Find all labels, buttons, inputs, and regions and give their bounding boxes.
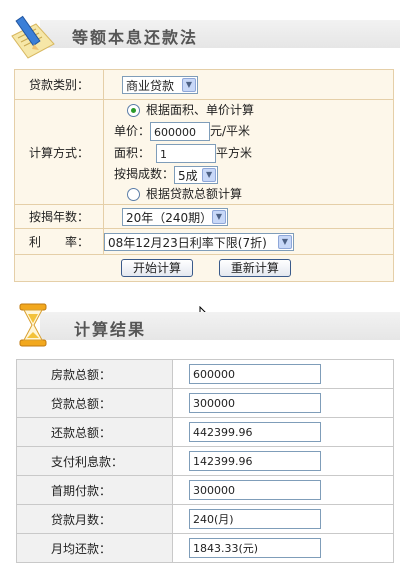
rate-value: 08年12月23日利率下限(7折)	[108, 235, 267, 250]
price-input[interactable]: 600000	[150, 122, 211, 141]
table-row: 支付利息款： 142399.96	[16, 446, 394, 476]
result-value-cell: 442399.96	[172, 417, 394, 447]
area-label: 面积：	[114, 146, 151, 160]
result-label: 月均还款：	[16, 533, 173, 563]
result-label: 还款总额：	[16, 417, 173, 447]
area-unit: 平方米	[216, 146, 253, 160]
years-label: 按揭年数：	[14, 204, 104, 229]
years-value: 20年（240期）	[126, 210, 213, 225]
ratio-value: 5成	[178, 168, 198, 183]
header-title: 计算结果	[74, 320, 147, 339]
table-row: 贷款月数： 240(月)	[16, 504, 394, 534]
option-area-row: 根据面积、单价计算	[114, 100, 393, 120]
result-field[interactable]: 442399.96	[189, 422, 321, 442]
hourglass-icon	[19, 303, 47, 347]
result-field[interactable]: 142399.96	[189, 451, 321, 471]
loan-type-label: 贷款类别：	[14, 69, 104, 100]
loan-type-cell: 商业贷款 ▼	[103, 69, 394, 100]
result-field[interactable]: 600000	[189, 364, 321, 384]
result-value-cell: 240(月)	[172, 504, 394, 534]
table-row: 贷款总额： 300000	[16, 388, 394, 418]
result-value-cell: 1843.33(元)	[172, 533, 394, 563]
result-field[interactable]: 240(月)	[189, 509, 321, 529]
result-header: 计算结果	[0, 303, 402, 347]
result-field[interactable]: 1843.33(元)	[189, 538, 321, 558]
chevron-down-icon: ▼	[202, 167, 217, 182]
pencil-paper-icon	[11, 15, 55, 59]
result-value-cell: 142399.96	[172, 446, 394, 476]
result-value-cell: 300000	[172, 475, 394, 505]
rate-label: 利 率：	[14, 228, 104, 255]
table-row: 月均还款： 1843.33(元)	[16, 533, 394, 563]
loan-type-value: 商业贷款	[126, 78, 175, 93]
area-radio[interactable]	[127, 104, 140, 117]
calc-method-cell: 根据面积、单价计算 单价： 600000 元/平米 面积： 1 平方米 按揭成数： 5成…	[103, 99, 394, 205]
chevron-down-icon: ▼	[212, 209, 226, 224]
start-button[interactable]: 开始计算	[121, 259, 193, 277]
years-select[interactable]: 20年（240期） ▼	[122, 207, 228, 226]
price-unit: 元/平米	[210, 124, 251, 138]
buttons-cell: 开始计算 重新计算	[14, 254, 394, 282]
years-cell: 20年（240期） ▼	[103, 204, 394, 229]
ratio-row: 按揭成数： 5成 ▼	[114, 164, 393, 184]
rate-cell: 08年12月23日利率下限(7折) ▼	[103, 228, 394, 255]
result-value-cell: 600000	[172, 359, 394, 389]
area-input[interactable]: 1	[156, 144, 217, 163]
result-value-cell: 300000	[172, 388, 394, 418]
result-label: 房款总额：	[16, 359, 173, 389]
equal-installment-header: 等额本息还款法	[0, 14, 402, 59]
price-row: 单价： 600000 元/平米	[114, 120, 393, 142]
option-area-label: 根据面积、单价计算	[146, 103, 255, 117]
ratio-label: 按揭成数：	[114, 167, 175, 181]
result-field[interactable]: 300000	[189, 480, 321, 500]
loan-form: 贷款类别： 商业贷款 ▼ 计算方式： 根据面积、单价计算 单价： 600000 元/…	[14, 69, 394, 282]
option-total-label: 根据贷款总额计算	[146, 187, 243, 201]
option-total-row: 根据贷款总额计算	[114, 184, 393, 204]
ratio-select[interactable]: 5成 ▼	[174, 165, 219, 184]
table-row: 还款总额： 442399.96	[16, 417, 394, 447]
table-row: 房款总额： 600000	[16, 359, 394, 389]
chevron-down-icon: ▼	[278, 234, 292, 249]
chevron-down-icon: ▼	[182, 77, 196, 92]
result-label: 贷款月数：	[16, 504, 173, 534]
result-label: 首期付款：	[16, 475, 173, 505]
results-table: 房款总额： 600000 贷款总额： 300000 还款总额： 442399.9…	[16, 359, 394, 563]
result-label: 支付利息款：	[16, 446, 173, 476]
price-label: 单价：	[114, 124, 151, 138]
table-row: 首期付款： 300000	[16, 475, 394, 505]
loan-type-select[interactable]: 商业贷款 ▼	[122, 75, 198, 94]
area-row: 面积： 1 平方米	[114, 142, 393, 164]
rate-select[interactable]: 08年12月23日利率下限(7折) ▼	[104, 232, 294, 251]
result-field[interactable]: 300000	[189, 393, 321, 413]
header-title: 等额本息还款法	[72, 28, 199, 47]
calc-method-label: 计算方式：	[14, 99, 104, 205]
reset-button[interactable]: 重新计算	[218, 259, 291, 277]
result-label: 贷款总额：	[16, 388, 173, 418]
total-radio[interactable]	[127, 188, 140, 201]
